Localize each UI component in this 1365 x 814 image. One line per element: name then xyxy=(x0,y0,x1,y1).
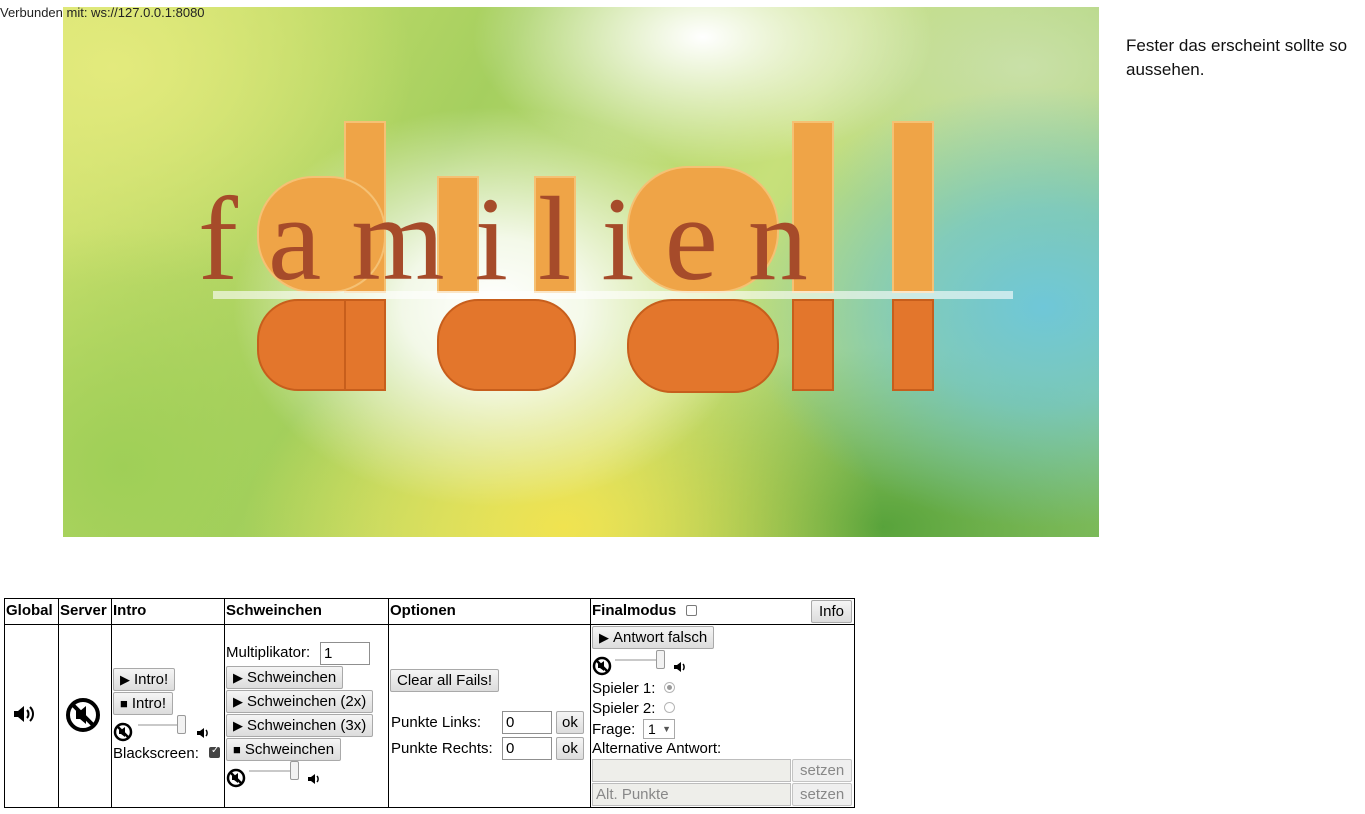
spieler1-label: Spieler 1: xyxy=(592,680,656,697)
final-volume-slider[interactable] xyxy=(615,650,665,670)
slider-thumb[interactable] xyxy=(656,650,665,669)
spieler2-label: Spieler 2: xyxy=(592,700,656,717)
play-icon: ▶ xyxy=(233,670,243,685)
schweinchen-header: Schweinchen xyxy=(225,599,388,625)
intro-mute-icon[interactable] xyxy=(113,722,133,742)
schweinchen-stop-button[interactable]: ■ Schweinchen xyxy=(226,738,342,761)
server-header: Server xyxy=(59,599,111,625)
schweinchen-3x-button[interactable]: ▶ Schweinchen (3x) xyxy=(226,714,374,737)
spieler2-radio[interactable] xyxy=(664,702,675,713)
blackscreen-checkbox[interactable] xyxy=(209,745,220,758)
server-mute-icon[interactable] xyxy=(65,697,101,733)
punkte-rechts-ok-button[interactable]: ok xyxy=(556,737,584,760)
schweinchen-mute-icon[interactable] xyxy=(226,768,246,788)
server-column: Server xyxy=(58,599,111,807)
stop-icon: ■ xyxy=(120,696,128,711)
punkte-links-label: Punkte Links: xyxy=(391,714,482,731)
finalmodus-column: Finalmodus Info ▶ Antwort falsch Spieler … xyxy=(590,599,854,807)
schweinchen-volume-slider[interactable] xyxy=(249,761,299,781)
frage-label: Frage: xyxy=(592,721,636,738)
alt-antwort-setzen-button[interactable]: setzen xyxy=(792,759,853,782)
spieler1-radio[interactable] xyxy=(664,682,675,693)
schweinchen-2x-button[interactable]: ▶ Schweinchen (2x) xyxy=(226,690,374,713)
info-button[interactable]: Info xyxy=(811,600,853,623)
intro-column: Intro ▶ Intro! ■ Intro! Blackscreen: xyxy=(111,599,224,807)
play-icon: ▶ xyxy=(233,694,243,709)
punkte-links-input[interactable]: 0 xyxy=(502,711,552,734)
play-icon: ▶ xyxy=(120,672,130,687)
blackscreen-label: Blackscreen: xyxy=(113,745,199,762)
intro-play-button[interactable]: ▶ Intro! xyxy=(113,668,176,691)
play-icon: ▶ xyxy=(233,718,243,733)
multiplikator-input[interactable]: 1 xyxy=(320,642,370,665)
multiplikator-label: Multiplikator: xyxy=(226,644,311,661)
speaker-icon xyxy=(197,728,208,738)
alternative-antwort-input[interactable] xyxy=(592,759,791,782)
optionen-column: Optionen Clear all Fails! Punkte Links: … xyxy=(388,599,590,807)
control-panel: Global Server Intro ▶ Intro! ■ Intro! Bl… xyxy=(4,598,855,808)
slider-thumb[interactable] xyxy=(290,761,299,780)
connection-status: Verbunden mit: ws://127.0.0.1:8080 xyxy=(0,5,205,20)
alternative-antwort-label: Alternative Antwort: xyxy=(592,740,722,757)
speaker-icon[interactable] xyxy=(13,705,35,723)
global-column: Global xyxy=(5,599,58,807)
frage-select[interactable]: 1 ▼ xyxy=(643,719,675,739)
global-header: Global xyxy=(5,599,58,625)
schweinchen-button[interactable]: ▶ Schweinchen xyxy=(226,666,344,689)
stop-icon: ■ xyxy=(233,742,241,757)
svg-text:familien: familien xyxy=(198,172,838,305)
intro-stop-button[interactable]: ■ Intro! xyxy=(113,692,174,715)
optionen-header: Optionen xyxy=(389,599,590,625)
schweinchen-column: Schweinchen Multiplikator: 1 ▶ Schweinche… xyxy=(224,599,388,807)
side-note: Fester das erscheint sollte so aussehen. xyxy=(1126,36,1348,79)
clear-fails-button[interactable]: Clear all Fails! xyxy=(390,669,500,692)
banner-image: familien xyxy=(63,7,1099,537)
speaker-icon xyxy=(308,774,319,784)
punkte-rechts-input[interactable]: 0 xyxy=(502,737,552,760)
alt-punkte-setzen-button[interactable]: setzen xyxy=(792,783,853,806)
final-mute-icon[interactable] xyxy=(592,656,612,676)
intro-volume-slider[interactable] xyxy=(138,715,186,735)
antwort-falsch-button[interactable]: ▶ Antwort falsch xyxy=(592,626,715,649)
familien-duell-logo: familien xyxy=(198,121,1013,393)
chevron-down-icon: ▼ xyxy=(662,724,671,734)
speaker-icon xyxy=(674,662,685,672)
finalmodus-checkbox[interactable] xyxy=(686,605,697,616)
slider-thumb[interactable] xyxy=(177,715,186,734)
intro-header: Intro xyxy=(112,599,224,625)
punkte-rechts-label: Punkte Rechts: xyxy=(391,740,493,757)
alt-punkte-input[interactable]: Alt. Punkte xyxy=(592,783,791,806)
play-icon: ▶ xyxy=(599,630,609,645)
punkte-links-ok-button[interactable]: ok xyxy=(556,711,584,734)
